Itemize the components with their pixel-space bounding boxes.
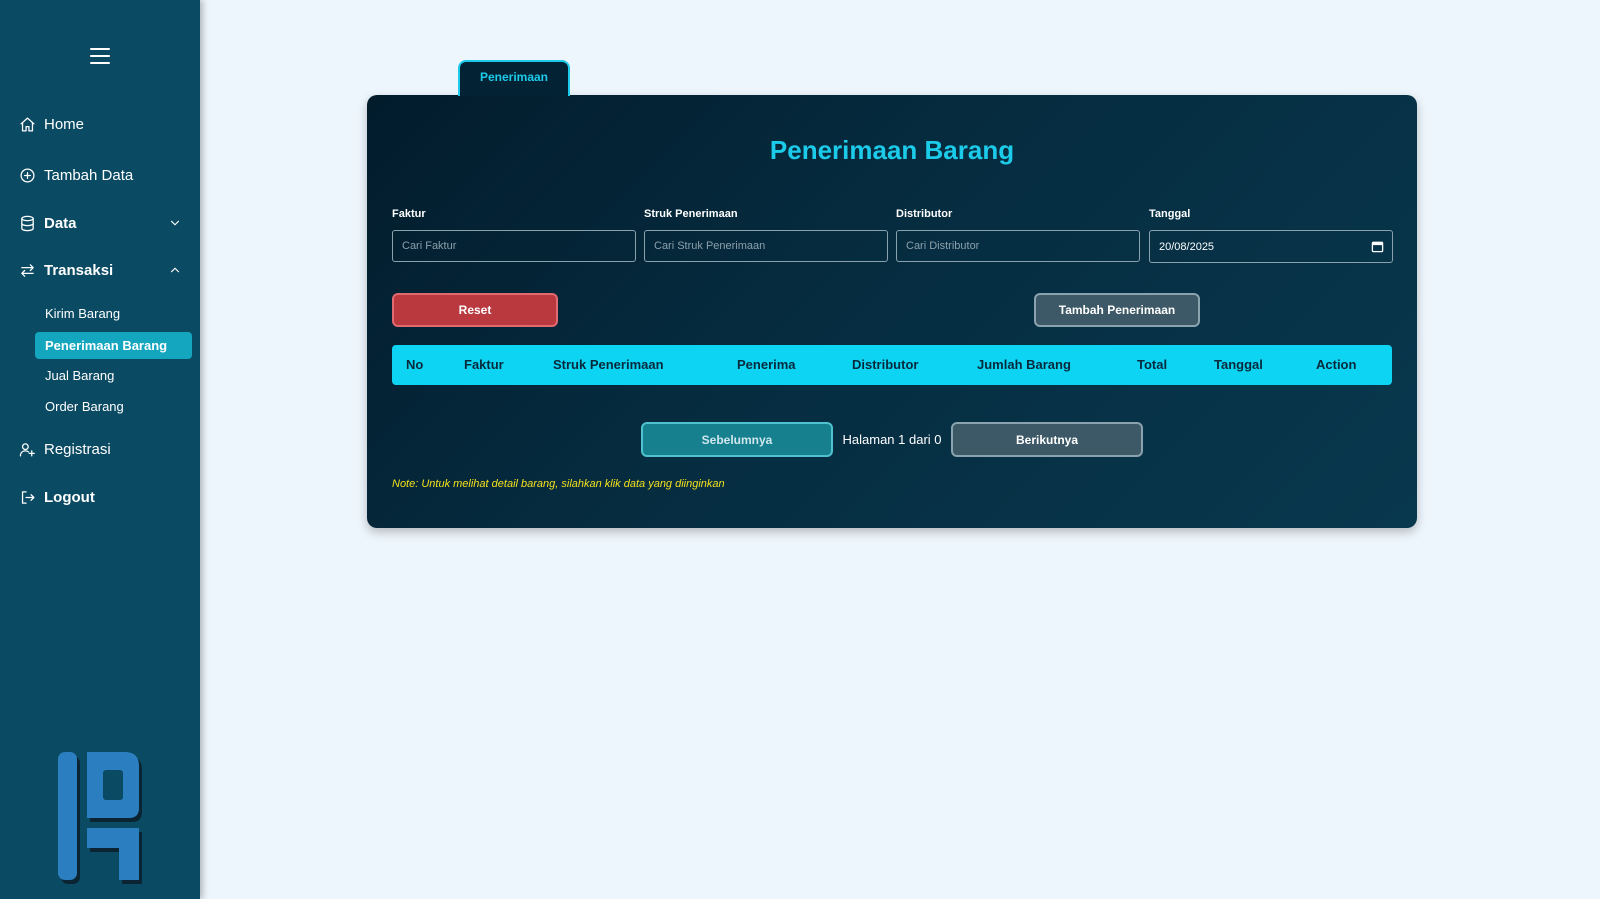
calendar-icon[interactable] (1371, 240, 1384, 253)
sidebar-item-logout[interactable]: Logout (18, 483, 182, 511)
database-icon (18, 214, 36, 232)
hamburger-icon[interactable] (90, 48, 110, 64)
arrows-exchange-icon (18, 261, 36, 279)
logout-icon (18, 488, 36, 506)
column-header-action: Action (1316, 357, 1357, 372)
sidebar-item-transaksi[interactable]: Transaksi (18, 256, 182, 284)
sidebar-item-label: Home (44, 115, 85, 133)
sidebar-subitem-jual-barang[interactable]: Jual Barang (35, 362, 192, 389)
sidebar-item-data[interactable]: Data (18, 209, 182, 237)
distributor-search-input[interactable] (896, 230, 1140, 262)
column-header-tanggal: Tanggal (1214, 357, 1263, 372)
column-header-faktur: Faktur (464, 357, 504, 372)
column-header-no: No (406, 357, 424, 372)
sidebar-item-tambah-data[interactable]: Tambah Data (18, 161, 182, 189)
sidebar-item-label: Registrasi (44, 440, 111, 458)
chevron-up-icon[interactable] (168, 263, 182, 277)
app-logo (55, 748, 145, 888)
tambah-penerimaan-button[interactable]: Tambah Penerimaan (1034, 293, 1200, 327)
sidebar-item-registrasi[interactable]: Registrasi (18, 435, 182, 463)
sidebar-item-home[interactable]: Home (18, 110, 182, 138)
home-icon (18, 115, 36, 133)
faktur-search-input[interactable] (392, 230, 636, 262)
penerimaan-card: Penerimaan Barang Faktur Struk Penerimaa… (367, 95, 1417, 528)
page-title: Penerimaan Barang (769, 135, 1015, 165)
sidebar-subitem-penerimaan-barang[interactable]: Penerimaan Barang (35, 332, 192, 359)
distributor-label: Distributor (896, 208, 953, 220)
column-header-jumlah-barang: Jumlah Barang (977, 357, 1071, 372)
tanggal-value: 20/08/2025 (1159, 240, 1215, 253)
table-header: No Faktur Struk Penerimaan Penerima Dist… (392, 345, 1392, 385)
sidebar: Home Tambah Data Data Transaksi Kirim Ba… (0, 0, 200, 899)
column-header-distributor: Distributor (852, 357, 919, 372)
reset-button[interactable]: Reset (392, 293, 558, 327)
tab-penerimaan[interactable]: Penerimaan (458, 60, 570, 96)
column-header-total: Total (1137, 357, 1168, 372)
user-add-icon (18, 440, 36, 458)
sidebar-item-label: Transaksi (44, 261, 114, 279)
plus-circle-icon (18, 166, 36, 184)
pagination-info: Halaman 1 dari 0 (842, 432, 942, 447)
tanggal-date-input[interactable]: 20/08/2025 (1149, 230, 1393, 263)
sidebar-item-label: Logout (44, 488, 95, 506)
column-header-penerima: Penerima (737, 357, 796, 372)
sidebar-subitem-order-barang[interactable]: Order Barang (35, 393, 192, 420)
sidebar-subitem-kirim-barang[interactable]: Kirim Barang (35, 300, 192, 327)
sidebar-item-label: Tambah Data (44, 166, 134, 184)
next-page-button[interactable]: Berikutnya (951, 422, 1143, 457)
tanggal-label: Tanggal (1149, 208, 1191, 220)
struk-label: Struk Penerimaan (644, 208, 738, 220)
column-header-struk: Struk Penerimaan (553, 357, 664, 372)
faktur-label: Faktur (392, 208, 426, 220)
struk-search-input[interactable] (644, 230, 888, 262)
sidebar-item-label: Data (44, 214, 77, 232)
previous-page-button[interactable]: Sebelumnya (641, 422, 833, 457)
help-note: Note: Untuk melihat detail barang, silah… (392, 478, 725, 490)
chevron-down-icon[interactable] (168, 216, 182, 230)
